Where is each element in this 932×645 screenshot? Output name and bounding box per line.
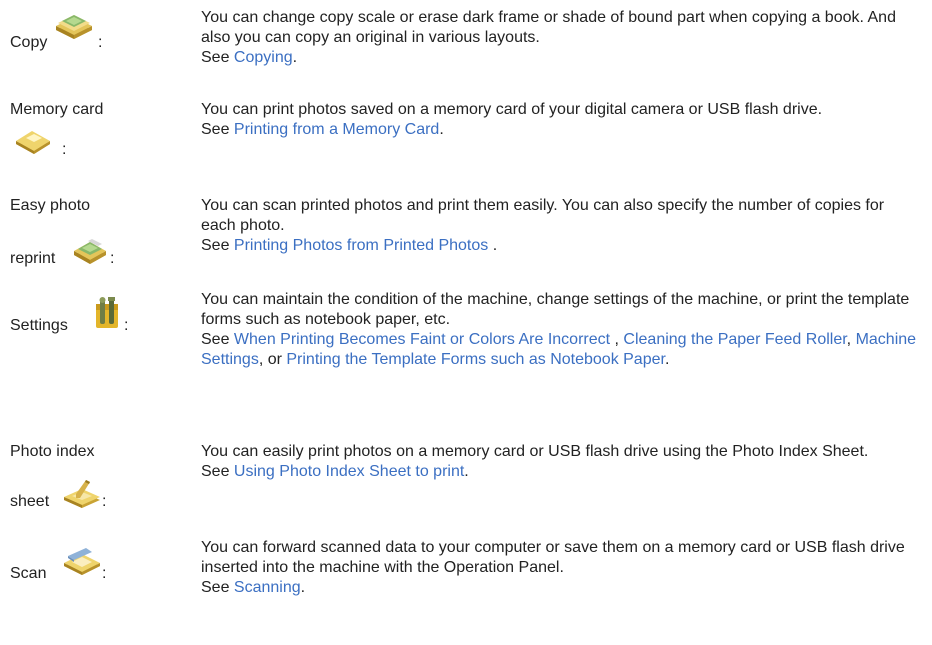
term-colon: : xyxy=(62,141,67,158)
term-colon: : xyxy=(98,34,103,51)
desc-photo-index-sheet: You can easily print photos on a memory … xyxy=(201,442,921,482)
see-label: See xyxy=(201,579,230,596)
see-label: See xyxy=(201,331,230,348)
desc-text: You can change copy scale or erase dark … xyxy=(201,9,896,46)
entry-settings: Settings : You can maintain the conditio… xyxy=(0,290,932,430)
term-label: Memory card xyxy=(10,101,104,118)
see-label: See xyxy=(201,237,230,254)
separator: , xyxy=(610,331,624,348)
term-colon: : xyxy=(110,250,115,267)
link-using-photo-index-sheet[interactable]: Using Photo Index Sheet to print xyxy=(234,463,464,480)
link-printing-from-memory-card[interactable]: Printing from a Memory Card xyxy=(234,121,439,138)
term-colon: : xyxy=(102,565,107,582)
easy-photo-reprint-icon xyxy=(74,239,106,264)
separator: , or xyxy=(258,351,287,368)
see-line: See When Printing Becomes Faint or Color… xyxy=(201,330,921,370)
term-colon: : xyxy=(124,317,129,334)
period: . xyxy=(488,237,498,254)
link-printing-faint-colors-incorrect[interactable]: When Printing Becomes Faint or Colors Ar… xyxy=(234,331,610,348)
desc-memory-card: You can print photos saved on a memory c… xyxy=(201,100,921,140)
period: . xyxy=(664,351,670,368)
term-label: Scan xyxy=(10,565,47,582)
term-colon: : xyxy=(102,493,107,510)
settings-icon xyxy=(96,297,118,328)
period: . xyxy=(292,49,298,66)
term-label: Copy xyxy=(10,34,48,51)
see-line: See Using Photo Index Sheet to print. xyxy=(201,462,921,482)
period: . xyxy=(439,121,444,138)
link-cleaning-paper-feed-roller[interactable]: Cleaning the Paper Feed Roller xyxy=(623,331,846,348)
see-line: See Scanning. xyxy=(201,578,921,598)
desc-copy: You can change copy scale or erase dark … xyxy=(201,8,921,68)
see-line: See Printing Photos from Printed Photos … xyxy=(201,236,921,256)
entry-copy: Copy : You can change copy scale or eras… xyxy=(0,7,932,87)
photo-index-sheet-icon xyxy=(64,480,100,508)
desc-text: You can print photos saved on a memory c… xyxy=(201,101,823,118)
desc-settings: You can maintain the condition of the ma… xyxy=(201,290,921,370)
see-label: See xyxy=(201,121,230,138)
desc-scan: You can forward scanned data to your com… xyxy=(201,538,921,598)
link-scanning[interactable]: Scanning xyxy=(234,579,301,596)
term-label: Photo index xyxy=(10,443,95,460)
see-line: See Printing from a Memory Card. xyxy=(201,120,921,140)
term-label-2: sheet xyxy=(10,493,50,510)
link-printing-photos-from-printed-photos[interactable]: Printing Photos from Printed Photos xyxy=(234,237,488,254)
see-line: See Copying. xyxy=(201,48,921,68)
link-printing-template-forms[interactable]: Printing the Template Forms such as Note… xyxy=(286,351,665,368)
entry-photo-index-sheet: Photo index sheet : You can easily print… xyxy=(0,440,932,532)
desc-text: You can scan printed photos and print th… xyxy=(201,197,885,234)
desc-text: You can forward scanned data to your com… xyxy=(201,539,905,576)
term-label: Easy photo xyxy=(10,197,91,214)
desc-easy-photo-reprint: You can scan printed photos and print th… xyxy=(201,196,921,256)
desc-text: You can maintain the condition of the ma… xyxy=(201,291,910,328)
scan-icon xyxy=(64,548,100,575)
period: . xyxy=(300,579,306,596)
period: . xyxy=(464,463,469,480)
entry-memory-card: Memory card : You can print photos saved… xyxy=(0,90,932,178)
entry-scan: Scan : You can forward scanned data to y… xyxy=(0,536,932,642)
see-label: See xyxy=(201,463,230,480)
memory-card-icon xyxy=(16,131,50,154)
separator: , xyxy=(846,331,856,348)
term-label: Settings xyxy=(10,317,68,334)
see-label: See xyxy=(201,49,230,66)
desc-text: You can easily print photos on a memory … xyxy=(201,443,869,460)
entry-easy-photo-reprint: Easy photo reprint : You can scan printe… xyxy=(0,190,932,286)
copy-icon xyxy=(56,15,92,39)
term-label-2: reprint xyxy=(10,250,56,267)
link-copying[interactable]: Copying xyxy=(234,49,293,66)
